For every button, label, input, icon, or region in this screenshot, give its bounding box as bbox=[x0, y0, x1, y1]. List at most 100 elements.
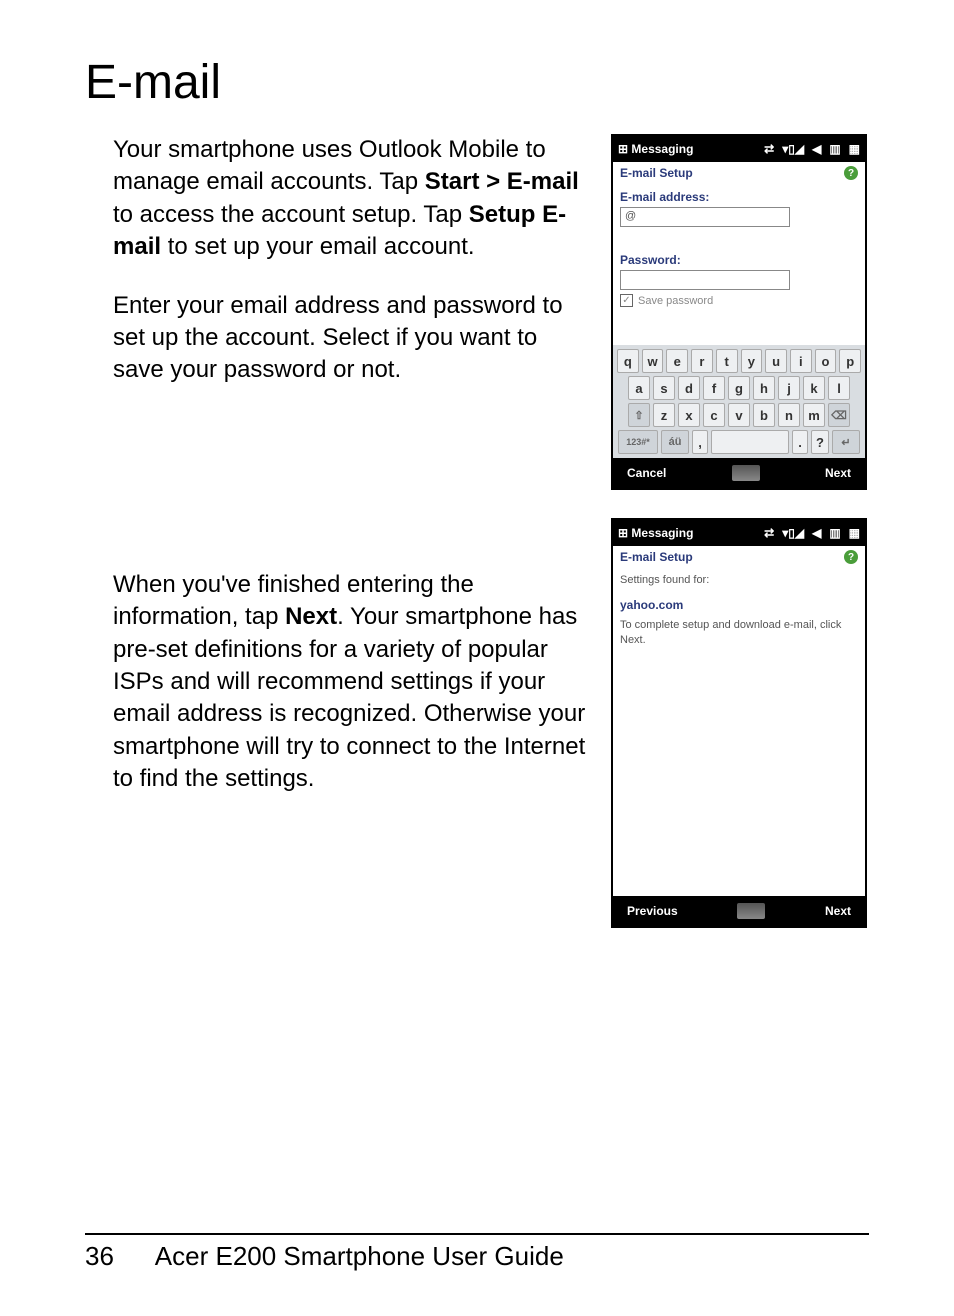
key[interactable]: b bbox=[753, 403, 775, 427]
checkbox-icon[interactable]: ✓ bbox=[620, 294, 633, 307]
next-button[interactable]: Next bbox=[825, 466, 851, 480]
email-label: E-mail address: bbox=[620, 190, 858, 204]
key[interactable]: y bbox=[741, 349, 763, 373]
key[interactable]: n bbox=[778, 403, 800, 427]
paragraph-3: When you've finished entering the inform… bbox=[113, 569, 589, 796]
key[interactable]: z bbox=[653, 403, 675, 427]
accent-key[interactable]: áü bbox=[661, 430, 689, 454]
signal-icon: ▾▯◢ bbox=[782, 526, 804, 540]
signal-icon: ▾▯◢ bbox=[782, 142, 804, 156]
softkey-bar: Cancel Next bbox=[613, 458, 865, 488]
help-icon[interactable]: ? bbox=[844, 166, 858, 180]
key[interactable]: v bbox=[728, 403, 750, 427]
key[interactable]: h bbox=[753, 376, 775, 400]
period-key[interactable]: . bbox=[792, 430, 808, 454]
help-icon[interactable]: ? bbox=[844, 550, 858, 564]
provider-name: yahoo.com bbox=[620, 598, 858, 612]
phone-screenshot-1: ⊞ Messaging ⇄ ▾▯◢ ◀ ▥ ▦ E-mail Setup ? bbox=[611, 134, 867, 490]
key[interactable]: m bbox=[803, 403, 825, 427]
text-column: Your smartphone uses Outlook Mobile to m… bbox=[85, 134, 589, 821]
kb-row-1: q w e r t y u i o p bbox=[617, 349, 861, 373]
sip-toggle-icon[interactable] bbox=[737, 903, 765, 919]
numeric-key[interactable]: 123#* bbox=[618, 430, 658, 454]
key[interactable]: g bbox=[728, 376, 750, 400]
paragraph-2: Enter your email address and password to… bbox=[113, 290, 589, 387]
app-title: Messaging bbox=[631, 142, 693, 156]
screenshot-column: ⊞ Messaging ⇄ ▾▯◢ ◀ ▥ ▦ E-mail Setup ? bbox=[611, 134, 869, 956]
key[interactable]: e bbox=[666, 349, 688, 373]
menu-icon: ▦ bbox=[849, 526, 860, 540]
cancel-button[interactable]: Cancel bbox=[627, 466, 666, 480]
two-column-layout: Your smartphone uses Outlook Mobile to m… bbox=[85, 134, 869, 956]
setup-header: E-mail Setup bbox=[620, 166, 693, 180]
connection-icon: ⇄ bbox=[764, 526, 774, 540]
key[interactable]: i bbox=[790, 349, 812, 373]
enter-key[interactable]: ↵ bbox=[832, 430, 860, 454]
question-key[interactable]: ? bbox=[811, 430, 829, 454]
kb-row-4: 123#* áü , . ? ↵ bbox=[617, 430, 861, 454]
key[interactable]: f bbox=[703, 376, 725, 400]
page-number: 36 bbox=[85, 1241, 149, 1272]
kb-row-3: ⇧ z x c v b n m ⌫ bbox=[617, 403, 861, 427]
key[interactable]: o bbox=[815, 349, 837, 373]
next-button[interactable]: Next bbox=[825, 904, 851, 918]
backspace-key[interactable]: ⌫ bbox=[828, 403, 850, 427]
setup-header-row: E-mail Setup ? bbox=[613, 546, 865, 566]
key[interactable]: s bbox=[653, 376, 675, 400]
key[interactable]: w bbox=[642, 349, 664, 373]
key[interactable]: l bbox=[828, 376, 850, 400]
status-title: ⊞ Messaging bbox=[618, 142, 693, 156]
windows-icon: ⊞ bbox=[618, 526, 628, 540]
setup-header-row: E-mail Setup ? bbox=[613, 162, 865, 182]
setup-header: E-mail Setup bbox=[620, 550, 693, 564]
kb-row-2: a s d f g h j k l bbox=[617, 376, 861, 400]
status-bar: ⊞ Messaging ⇄ ▾▯◢ ◀ ▥ ▦ bbox=[613, 520, 865, 546]
text-bold: Next bbox=[285, 603, 337, 630]
key[interactable]: r bbox=[691, 349, 713, 373]
comma-key[interactable]: , bbox=[692, 430, 708, 454]
key[interactable]: u bbox=[765, 349, 787, 373]
battery-icon: ▥ bbox=[829, 142, 840, 156]
footer-text: 36 Acer E200 Smartphone User Guide bbox=[85, 1241, 869, 1272]
text: . Your smartphone has pre-set definition… bbox=[113, 603, 585, 792]
battery-icon: ▥ bbox=[829, 526, 840, 540]
menu-icon: ▦ bbox=[849, 142, 860, 156]
phone-body: Settings found for: yahoo.com To complet… bbox=[613, 566, 865, 896]
connection-icon: ⇄ bbox=[764, 142, 774, 156]
key[interactable]: c bbox=[703, 403, 725, 427]
password-label: Password: bbox=[620, 253, 858, 267]
key[interactable]: k bbox=[803, 376, 825, 400]
phone-screenshot-2: ⊞ Messaging ⇄ ▾▯◢ ◀ ▥ ▦ E-mail Setup ? bbox=[611, 518, 867, 928]
password-input[interactable] bbox=[620, 270, 790, 290]
settings-found-label: Settings found for: bbox=[620, 574, 858, 586]
key[interactable]: t bbox=[716, 349, 738, 373]
page-footer: 36 Acer E200 Smartphone User Guide bbox=[85, 1233, 869, 1272]
email-input[interactable]: @ bbox=[620, 207, 790, 227]
paragraph-1: Your smartphone uses Outlook Mobile to m… bbox=[113, 134, 589, 264]
on-screen-keyboard[interactable]: q w e r t y u i o p a s d bbox=[613, 345, 865, 458]
key[interactable]: d bbox=[678, 376, 700, 400]
windows-icon: ⊞ bbox=[618, 142, 628, 156]
key[interactable]: p bbox=[839, 349, 861, 373]
text-bold: Start > E-mail bbox=[425, 168, 579, 195]
footer-rule bbox=[85, 1233, 869, 1235]
status-bar: ⊞ Messaging ⇄ ▾▯◢ ◀ ▥ ▦ bbox=[613, 136, 865, 162]
key[interactable]: a bbox=[628, 376, 650, 400]
key[interactable]: j bbox=[778, 376, 800, 400]
save-password-label: Save password bbox=[638, 295, 713, 307]
space-key[interactable] bbox=[711, 430, 789, 454]
speaker-icon: ◀ bbox=[812, 142, 821, 156]
guide-title: Acer E200 Smartphone User Guide bbox=[155, 1241, 564, 1271]
speaker-icon: ◀ bbox=[812, 526, 821, 540]
sip-toggle-icon[interactable] bbox=[732, 465, 760, 481]
page-content: E-mail Your smartphone uses Outlook Mobi… bbox=[0, 0, 954, 956]
text: to access the account setup. Tap bbox=[113, 201, 469, 228]
save-password-row[interactable]: ✓ Save password bbox=[620, 294, 858, 307]
phone-body: E-mail address: @ Password: ✓ Save passw… bbox=[613, 182, 865, 345]
status-icons: ⇄ ▾▯◢ ◀ ▥ ▦ bbox=[764, 526, 860, 540]
shift-key[interactable]: ⇧ bbox=[628, 403, 650, 427]
key[interactable]: x bbox=[678, 403, 700, 427]
key[interactable]: q bbox=[617, 349, 639, 373]
previous-button[interactable]: Previous bbox=[627, 904, 678, 918]
softkey-bar: Previous Next bbox=[613, 896, 865, 926]
